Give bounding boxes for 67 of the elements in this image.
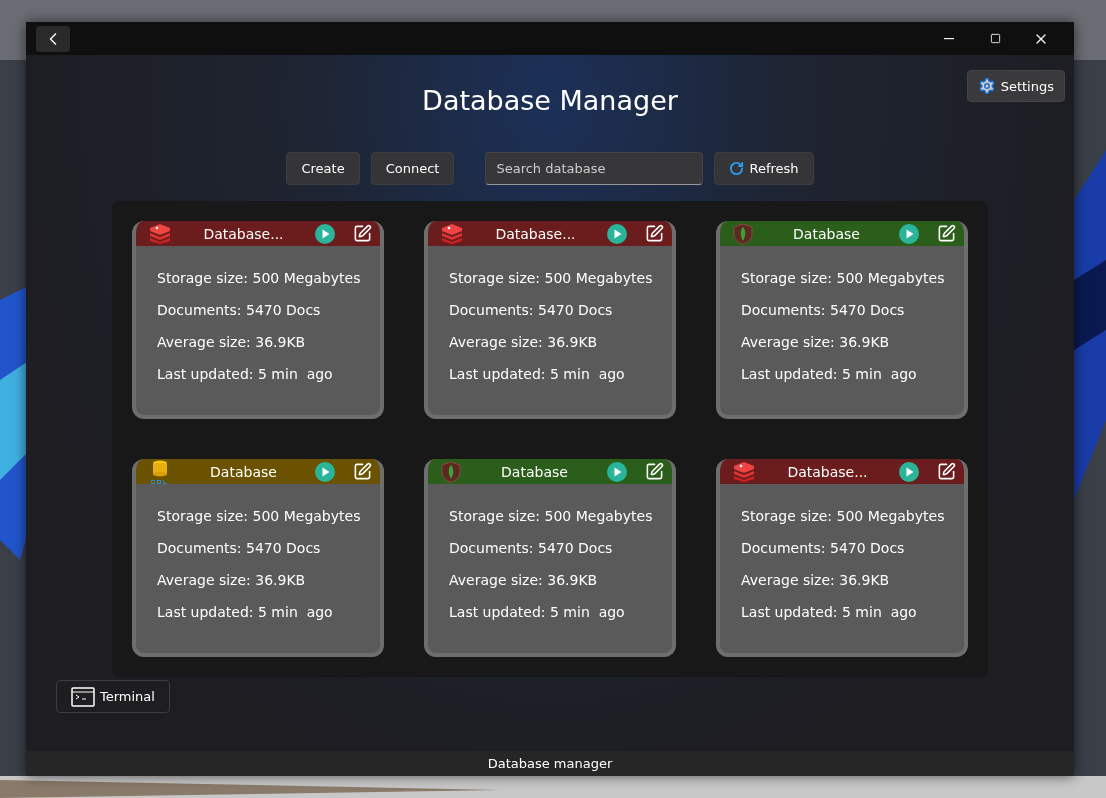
edit-button[interactable] <box>645 224 664 243</box>
card-title: Database... <box>202 225 285 242</box>
card-stat: Documents: 5470 Docs <box>157 539 322 558</box>
play-icon[interactable] <box>899 223 919 244</box>
play-icon[interactable] <box>607 461 627 482</box>
card-stat: Storage size: 500 Megabytes <box>157 507 362 526</box>
card-stat: Average size: 36.9KB <box>741 333 891 352</box>
refresh-icon <box>729 161 745 176</box>
edit-icon <box>937 224 956 243</box>
stacked-cubes-icon <box>148 223 172 244</box>
card-stat: Documents: 5470 Docs <box>741 539 906 558</box>
edit-icon <box>353 224 372 243</box>
card-title: Database... <box>786 463 869 480</box>
card-stat: Last updated: 5 min ago <box>157 365 334 384</box>
card-stat: Last updated: 5 min ago <box>157 603 334 622</box>
card-stat: Storage size: 500 Megabytes <box>741 269 946 288</box>
window-title: Database Manager <box>422 85 678 116</box>
card-stat: Storage size: 500 Megabytes <box>449 507 654 526</box>
play-icon[interactable] <box>315 461 335 482</box>
leaf-shield-icon <box>732 222 754 245</box>
card-title: Database... <box>494 225 577 242</box>
leaf-shield-icon <box>440 460 462 483</box>
back-button[interactable] <box>36 25 70 52</box>
play-icon[interactable] <box>315 223 335 244</box>
settings-button[interactable]: Settings <box>966 70 1065 102</box>
minimize-icon <box>944 37 954 40</box>
card-stat: Average size: 36.9KB <box>157 333 307 352</box>
card-title: Database <box>500 463 569 480</box>
edit-button[interactable] <box>937 224 956 243</box>
refresh-button[interactable]: Refresh <box>714 152 814 185</box>
edit-button[interactable] <box>353 462 372 481</box>
card-stat: Last updated: 5 min ago <box>449 365 626 384</box>
play-icon[interactable] <box>607 223 627 244</box>
card-stat: Last updated: 5 min ago <box>741 603 918 622</box>
card-stat: Storage size: 500 Megabytes <box>449 269 654 288</box>
toolbar-button[interactable]: Connect <box>370 152 455 185</box>
terminal-button[interactable]: Terminal <box>56 680 170 713</box>
edit-button[interactable] <box>353 224 372 243</box>
maximize-icon <box>989 33 1001 44</box>
settings-icon <box>977 77 996 95</box>
card-title: Database <box>792 225 861 242</box>
card-stat: Documents: 5470 Docs <box>157 301 322 320</box>
edit-button[interactable] <box>645 462 664 481</box>
card-stat: Average size: 36.9KB <box>741 571 891 590</box>
card-stat: Documents: 5470 Docs <box>449 301 614 320</box>
card-stat: Documents: 5470 Docs <box>741 301 906 320</box>
edit-button[interactable] <box>937 462 956 481</box>
stacked-cubes-icon <box>732 461 756 482</box>
card-stat: Last updated: 5 min ago <box>449 603 626 622</box>
terminal-icon <box>71 686 95 707</box>
card-stat: Average size: 36.9KB <box>449 571 599 590</box>
search-field[interactable]: Search database <box>485 152 704 185</box>
play-icon[interactable] <box>899 461 919 482</box>
card-stat: Storage size: 500 Megabytes <box>741 507 946 526</box>
card-stat: Storage size: 500 Megabytes <box>157 269 362 288</box>
card-stat: Documents: 5470 Docs <box>449 539 614 558</box>
edit-icon <box>645 224 664 243</box>
status-bar: Database manager <box>26 751 1074 776</box>
card-stat: Last updated: 5 min ago <box>741 365 918 384</box>
card-stat: Average size: 36.9KB <box>449 333 599 352</box>
stacked-cubes-icon <box>440 223 464 244</box>
card-title: Database <box>209 463 278 480</box>
toolbar-button[interactable]: Create <box>286 152 360 185</box>
card-stat: Average size: 36.9KB <box>157 571 307 590</box>
edit-icon <box>645 462 664 481</box>
edit-icon <box>937 462 956 481</box>
edit-icon <box>353 462 372 481</box>
